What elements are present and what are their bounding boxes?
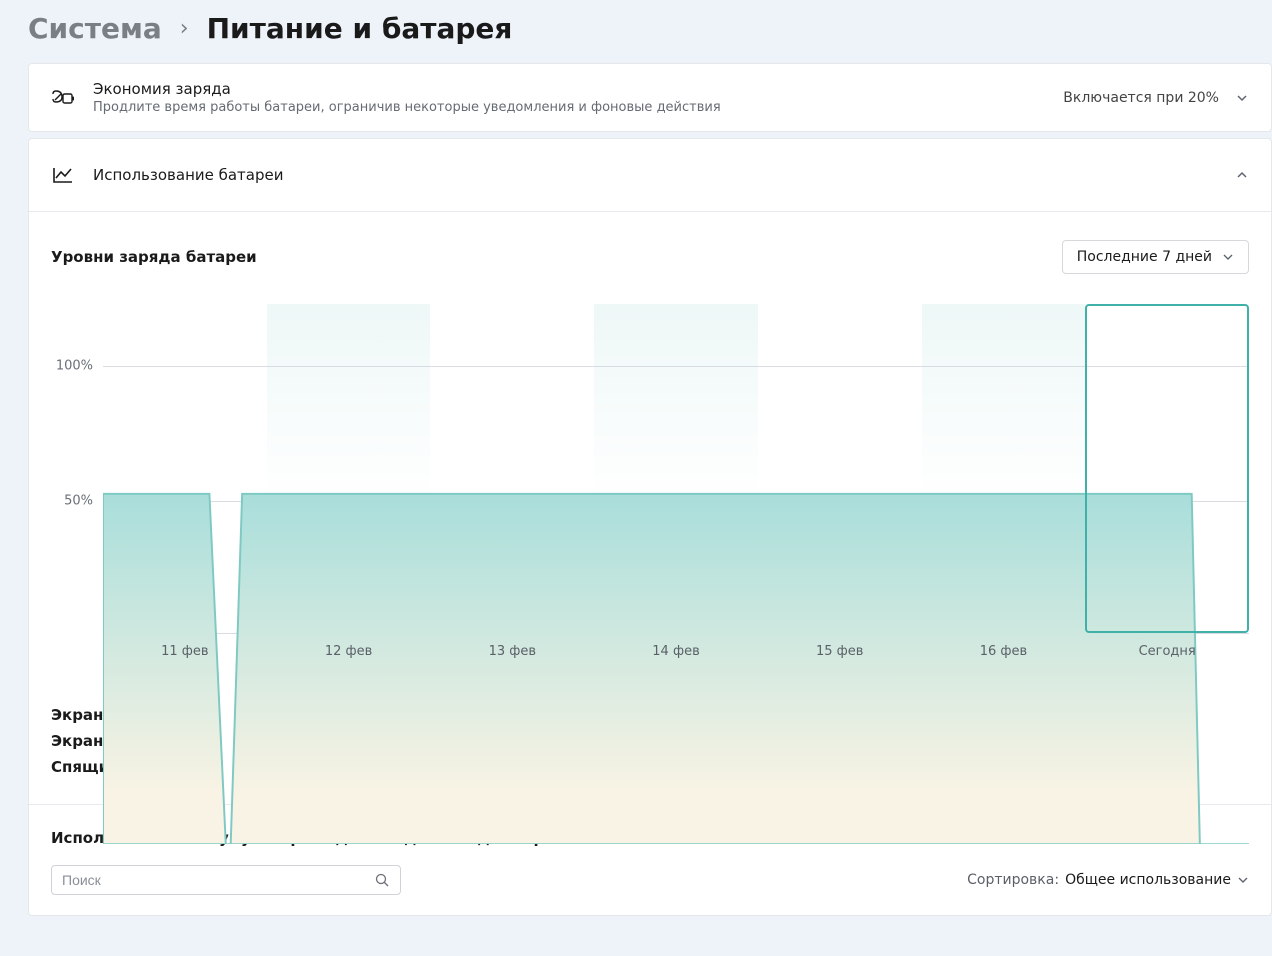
y-tick-100: 100% xyxy=(56,359,93,374)
time-range-value: Последние 7 дней xyxy=(1077,249,1212,265)
x-tick: 14 фев xyxy=(594,644,758,659)
battery-saver-title: Экономия заряда xyxy=(93,80,1063,98)
chart-selection-today[interactable] xyxy=(1085,304,1249,633)
chart-x-axis: 11 фев 12 фев 13 фев 14 фев 15 фев 16 фе… xyxy=(103,644,1249,659)
x-tick: Сегодня xyxy=(1085,644,1249,659)
battery-area-fill xyxy=(103,304,1249,844)
page-title: Питание и батарея xyxy=(207,12,513,45)
chart-line-icon xyxy=(51,165,79,185)
battery-level-chart[interactable]: 100% 50% xyxy=(51,304,1249,684)
battery-saver-panel[interactable]: Экономия заряда Продлите время работы ба… xyxy=(28,63,1272,132)
x-tick: 16 фев xyxy=(922,644,1086,659)
sort-value: Общее использование xyxy=(1065,872,1231,888)
battery-saver-subtitle: Продлите время работы батареи, ограничив… xyxy=(93,100,1063,115)
sort-dropdown[interactable]: Сортировка: Общее использование xyxy=(967,872,1249,888)
battery-usage-title: Использование батареи xyxy=(93,166,1235,184)
app-search-box[interactable] xyxy=(51,865,401,895)
app-search-input[interactable] xyxy=(62,872,374,888)
chevron-down-icon xyxy=(1237,874,1249,886)
battery-usage-panel: Использование батареи Уровни заряда бата… xyxy=(28,138,1272,916)
search-icon xyxy=(374,872,390,888)
x-tick: 13 фев xyxy=(430,644,594,659)
time-range-dropdown[interactable]: Последние 7 дней xyxy=(1062,240,1249,274)
x-tick: 11 фев xyxy=(103,644,267,659)
leaf-battery-icon xyxy=(51,88,79,108)
chevron-down-icon xyxy=(1235,91,1249,105)
chevron-up-icon xyxy=(1235,168,1249,182)
chevron-down-icon xyxy=(1222,251,1234,263)
x-tick: 12 фев xyxy=(267,644,431,659)
sort-label: Сортировка: xyxy=(967,872,1059,888)
battery-saver-status: Включается при 20% xyxy=(1063,90,1219,106)
y-tick-50: 50% xyxy=(64,494,93,509)
breadcrumb-parent[interactable]: Система xyxy=(28,12,162,45)
battery-usage-header[interactable]: Использование батареи xyxy=(29,139,1271,211)
battery-levels-label: Уровни заряда батареи xyxy=(51,248,257,266)
x-tick: 15 фев xyxy=(758,644,922,659)
breadcrumb: Система › Питание и батарея xyxy=(0,0,1272,63)
chevron-right-icon: › xyxy=(180,16,189,41)
